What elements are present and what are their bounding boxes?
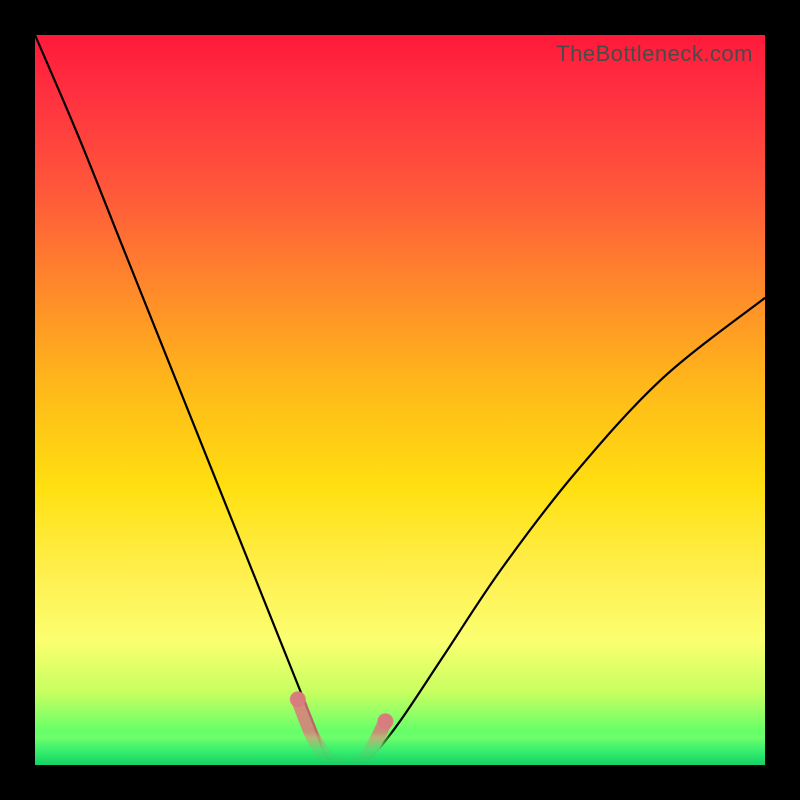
chart-container: TheBottleneck.com xyxy=(0,0,800,800)
trough-highlight xyxy=(298,699,386,765)
bottleneck-curve xyxy=(35,35,765,765)
plot-area: TheBottleneck.com xyxy=(35,35,765,765)
curve-svg xyxy=(35,35,765,765)
